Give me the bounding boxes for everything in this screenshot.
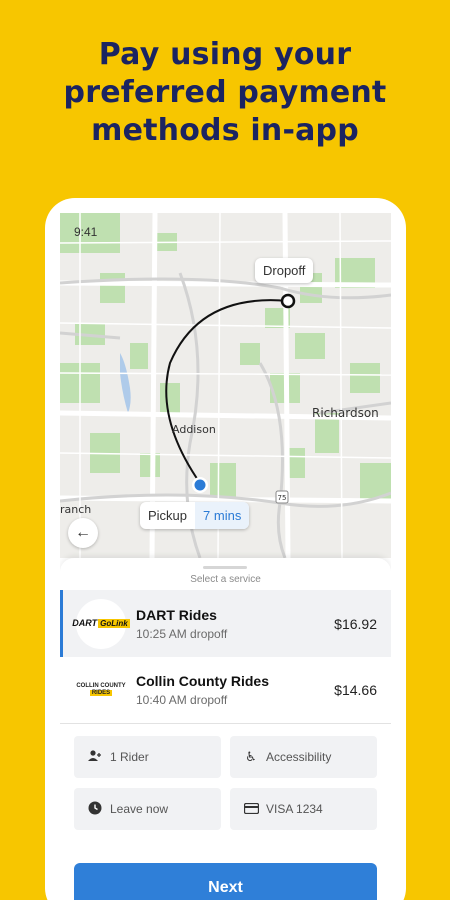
- sheet-drag-handle[interactable]: [203, 566, 247, 569]
- accessibility-option[interactable]: ♿ Accessibility: [230, 736, 377, 778]
- headline-line-1: Pay using your: [98, 37, 352, 72]
- service-option-collin-county[interactable]: COLLIN COUNTY RIDES Collin County Rides …: [60, 656, 391, 723]
- service-dropoff-time: 10:25 AM dropoff: [136, 626, 228, 641]
- service-sheet: Select a service DART GoLink DART Rides 1…: [60, 558, 391, 900]
- sheet-divider: [60, 723, 391, 724]
- riders-label: 1 Rider: [110, 750, 149, 764]
- place-label-farmers-branch: ranch: [60, 503, 92, 516]
- dart-logo-badge: GoLink: [98, 619, 130, 628]
- clock-icon: [86, 801, 104, 818]
- service-name: DART Rides: [136, 606, 217, 623]
- dart-logo: DART GoLink: [72, 598, 130, 649]
- place-label-richardson: Richardson: [312, 406, 379, 420]
- route-map[interactable]: 75 9:41 Richardson Addison ranch Dropoff…: [60, 213, 391, 559]
- app-screen: 75 9:41 Richardson Addison ranch Dropoff…: [60, 213, 391, 900]
- service-price: $16.92: [334, 615, 377, 632]
- service-name: Collin County Rides: [136, 672, 269, 689]
- sheet-title: Select a service: [190, 574, 261, 585]
- service-option-dart[interactable]: DART GoLink DART Rides 10:25 AM dropoff $…: [60, 590, 391, 657]
- credit-card-icon: [242, 802, 260, 817]
- service-dropoff-time: 10:40 AM dropoff: [136, 692, 228, 707]
- highway-marker-text: 75: [278, 494, 287, 502]
- status-bar-time: 9:41: [74, 225, 98, 239]
- next-button[interactable]: Next: [74, 863, 377, 900]
- leave-time-option[interactable]: Leave now: [74, 788, 221, 830]
- dropoff-callout[interactable]: Dropoff: [255, 258, 314, 283]
- leave-time-label: Leave now: [110, 802, 169, 816]
- place-label-addison: Addison: [172, 423, 216, 436]
- pickup-eta: 7 mins: [195, 502, 250, 529]
- service-price: $14.66: [334, 681, 377, 698]
- collin-county-logo: COLLIN COUNTY RIDES: [76, 664, 126, 715]
- headline-line-2: preferred payment: [63, 75, 387, 110]
- dart-logo-text: DART: [72, 618, 98, 628]
- headline-line-3: methods in-app: [91, 113, 359, 148]
- promo-headline: Pay using your preferred payment methods…: [0, 36, 450, 150]
- pickup-label: Pickup: [148, 508, 188, 523]
- collin-logo-badge: RIDES: [89, 690, 113, 696]
- payment-method-label: VISA 1234: [266, 802, 323, 816]
- back-button[interactable]: ←: [68, 518, 98, 548]
- pickup-callout[interactable]: Pickup 7 mins: [140, 502, 250, 529]
- person-add-icon: [86, 749, 104, 765]
- wheelchair-icon: ♿: [245, 749, 257, 764]
- phone-frame: 75 9:41 Richardson Addison ranch Dropoff…: [45, 198, 406, 900]
- payment-method-option[interactable]: VISA 1234: [230, 788, 377, 830]
- arrow-left-icon: ←: [75, 524, 91, 541]
- riders-option[interactable]: 1 Rider: [74, 736, 221, 778]
- collin-logo-text: COLLIN COUNTY: [76, 683, 126, 689]
- accessibility-label: Accessibility: [266, 750, 332, 764]
